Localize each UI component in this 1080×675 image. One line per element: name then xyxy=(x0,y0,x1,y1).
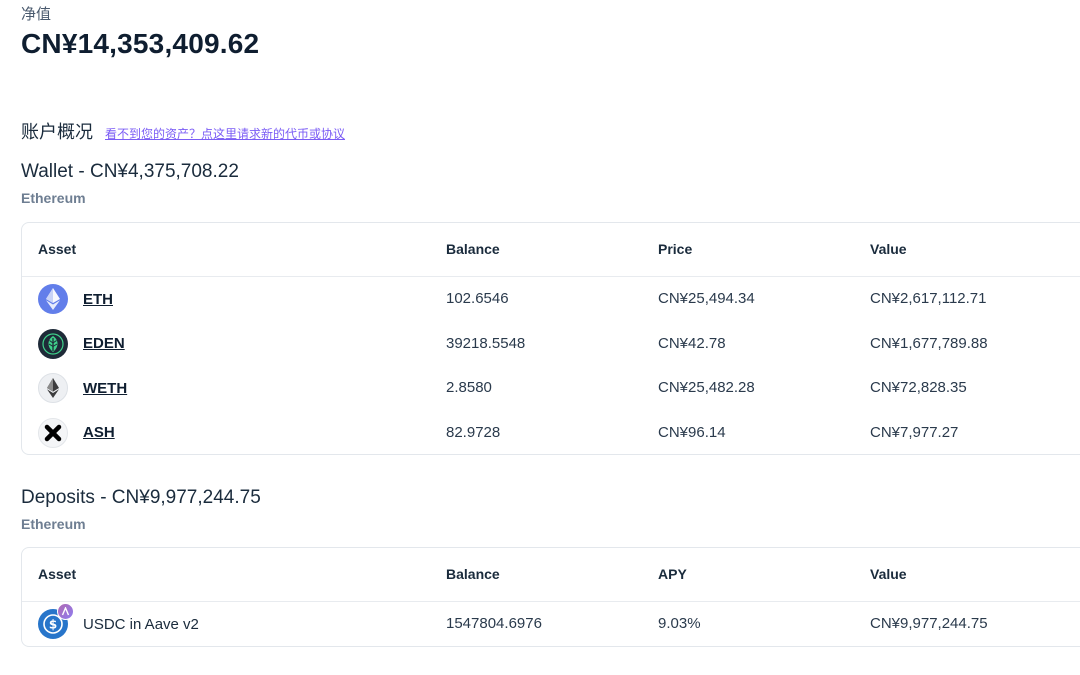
asset-cell: EDEN xyxy=(38,328,125,359)
col-balance: Balance xyxy=(446,566,500,582)
aave-badge-icon xyxy=(57,603,74,620)
wallet-network: Ethereum xyxy=(21,190,86,206)
asset-link-ash[interactable]: ASH xyxy=(83,424,115,441)
apy-cell: 9.03% xyxy=(658,615,701,632)
wallet-title: Wallet - CN¥4,375,708.22 xyxy=(21,161,239,182)
value-cell: CN¥9,977,244.75 xyxy=(870,615,988,632)
request-token-link[interactable]: 看不到您的资产？点这里请求新的代币或协议 xyxy=(105,125,345,142)
deposits-table: Asset Balance APY Value $ USDC in Aave v… xyxy=(21,547,1080,647)
asset-link-eth[interactable]: ETH xyxy=(83,291,113,308)
deposits-network: Ethereum xyxy=(21,516,86,532)
table-row: EDEN 39218.5548 CN¥42.78 CN¥1,677,789.88 xyxy=(22,322,1080,367)
value-cell: CN¥2,617,112.71 xyxy=(870,290,987,307)
account-overview: 账户概况 看不到您的资产？点这里请求新的代币或协议 xyxy=(21,118,345,144)
balance-cell: 2.8580 xyxy=(446,379,492,396)
ash-icon xyxy=(38,417,68,448)
col-apy: APY xyxy=(658,566,687,582)
eth-icon xyxy=(38,284,68,314)
asset-label-usdc-aave: USDC in Aave v2 xyxy=(83,615,199,633)
asset-link-weth[interactable]: WETH xyxy=(83,380,127,397)
wallet-table-header: Asset Balance Price Value xyxy=(22,223,1080,277)
price-cell: CN¥25,494.34 xyxy=(658,290,755,307)
col-asset: Asset xyxy=(38,566,77,582)
table-row: WETH 2.8580 CN¥25,482.28 CN¥72,828.35 xyxy=(22,366,1080,411)
col-asset: Asset xyxy=(38,241,77,257)
wallet-table: Asset Balance Price Value ETH 102.6546 C… xyxy=(21,222,1080,455)
col-value: Value xyxy=(870,241,907,257)
value-cell: CN¥72,828.35 xyxy=(870,379,967,396)
asset-cell: ASH xyxy=(38,417,115,448)
usdc-icon: $ xyxy=(38,603,74,639)
balance-cell: 1547804.6976 xyxy=(446,615,542,632)
price-cell: CN¥96.14 xyxy=(658,423,726,441)
balance-cell: 82.9728 xyxy=(446,423,501,441)
table-row: ASH 82.9728 CN¥96.14 CN¥7,977.27 xyxy=(22,411,1080,456)
asset-cell: $ USDC in Aave v2 xyxy=(38,603,199,639)
price-cell: CN¥42.78 xyxy=(658,334,726,352)
value-cell: CN¥7,977.27 xyxy=(870,423,959,441)
deposits-table-header: Asset Balance APY Value xyxy=(22,548,1080,602)
col-price: Price xyxy=(658,241,693,257)
asset-link-eden[interactable]: EDEN xyxy=(83,335,125,352)
eden-icon xyxy=(38,328,68,359)
svg-text:$: $ xyxy=(49,618,57,632)
account-overview-title: 账户概况 xyxy=(21,122,93,142)
value-cell: CN¥1,677,789.88 xyxy=(870,334,988,352)
portfolio-page: 净值 CN¥14,353,409.62 账户概况 看不到您的资产？点这里请求新的… xyxy=(0,0,1080,675)
col-value: Value xyxy=(870,566,907,582)
balance-cell: 102.6546 xyxy=(446,290,509,307)
deposits-title: Deposits - CN¥9,977,244.75 xyxy=(21,487,261,508)
table-row: $ USDC in Aave v2 1547804.6976 9.03% CN¥… xyxy=(22,602,1080,647)
table-row: ETH 102.6546 CN¥25,494.34 CN¥2,617,112.7… xyxy=(22,277,1080,322)
col-balance: Balance xyxy=(446,241,500,257)
net-worth-value: CN¥14,353,409.62 xyxy=(21,28,260,59)
weth-icon xyxy=(38,373,68,403)
balance-cell: 39218.5548 xyxy=(446,334,526,352)
price-cell: CN¥25,482.28 xyxy=(658,379,755,396)
asset-cell: WETH xyxy=(38,373,127,403)
net-worth-label: 净值 xyxy=(21,6,52,23)
asset-cell: ETH xyxy=(38,284,113,314)
